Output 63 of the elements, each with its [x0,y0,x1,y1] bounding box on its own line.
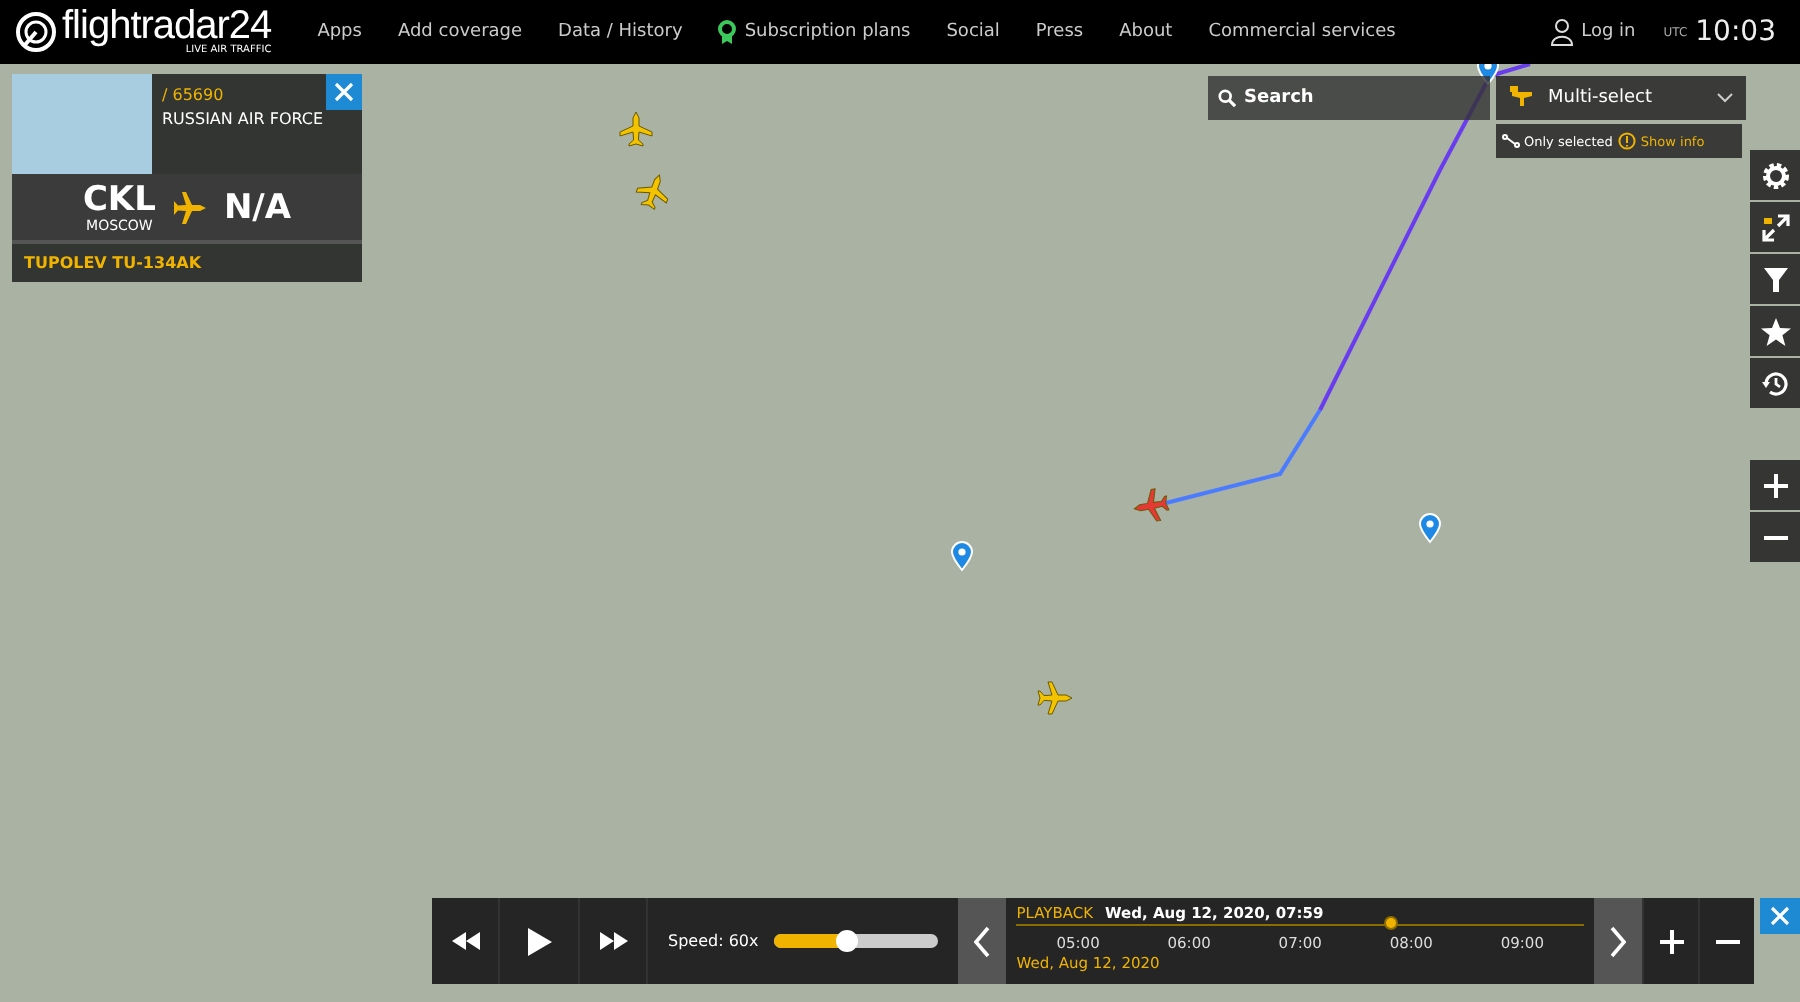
nav-link[interactable]: About [1101,22,1191,42]
fullscreen-button[interactable] [1750,202,1800,252]
zoom-in-button[interactable] [1750,460,1800,510]
aircraft-type: TUPOLEV TU-134AK [12,240,362,282]
login-link[interactable]: Log in [1549,18,1664,46]
destination-code: N/A [223,189,292,225]
history-icon [1759,367,1791,399]
plus-icon [1657,927,1685,955]
registration-text: / 65690 [162,86,226,104]
close-button[interactable] [326,74,362,110]
plus-icon [1761,471,1789,499]
origin-code: CKL [82,181,156,217]
chevron-left-icon [974,925,991,957]
close-button[interactable] [1760,898,1800,934]
previous-button[interactable] [958,898,1007,984]
rewind-icon [451,932,479,950]
nav-link[interactable]: Apps [299,22,380,42]
close-icon [334,82,354,102]
aircraft-icon[interactable] [619,111,653,147]
next-button[interactable] [1594,898,1642,984]
award-icon [718,20,737,44]
logo-wordmark[interactable]: flightradar24 [62,8,272,44]
minus-icon [1763,535,1787,539]
nav-link[interactable]: Data / History [540,22,701,42]
aircraft-icon[interactable] [635,174,669,210]
radar-logo-icon [16,12,56,52]
search-box[interactable]: Search [1208,76,1490,120]
filter-button[interactable] [1750,254,1800,304]
zoom-out-button[interactable] [1750,512,1800,562]
search-icon [1218,88,1236,108]
user-icon [1549,18,1574,46]
clock-time: 10:03 [1695,16,1778,48]
timeline-marker[interactable] [1383,916,1398,930]
operator-text: RUSSIAN AIR FORCE [162,110,324,128]
nav-link[interactable]: Add coverage [379,22,541,42]
photo-placeholder [12,74,152,174]
aircraft-icon[interactable] [1133,488,1170,522]
settings-button[interactable] [1750,150,1800,200]
speed-slider[interactable] [774,934,939,948]
settings-icon [1759,159,1791,191]
play-icon [527,927,551,955]
route-icon [1502,134,1520,148]
speed-label: Speed: 60x [668,932,759,950]
nav-link[interactable]: Press [1017,22,1102,42]
playback-button[interactable] [1750,358,1800,408]
nav-link[interactable]: Social [928,22,1018,42]
aircraft-icon[interactable] [1037,681,1073,715]
nav-link[interactable]: Subscription plans [700,20,929,44]
slider-thumb[interactable] [836,930,859,952]
info-icon [1618,132,1637,150]
nav-link[interactable]: Commercial services [1190,22,1414,42]
filter-icon [1761,265,1789,293]
chevron-right-icon [1610,925,1626,957]
minus-icon [1715,939,1739,943]
multi-select-dropdown[interactable]: Multi-select [1496,76,1746,120]
airplane-icon [171,191,208,223]
star-icon [1759,315,1791,347]
fast-forward-icon [599,932,627,950]
expand-icon [1759,211,1791,243]
chevron-down-icon [1716,92,1734,104]
search-field[interactable]: Search [1244,88,1480,108]
close-icon [1770,906,1790,926]
favorites-button[interactable] [1750,306,1800,356]
